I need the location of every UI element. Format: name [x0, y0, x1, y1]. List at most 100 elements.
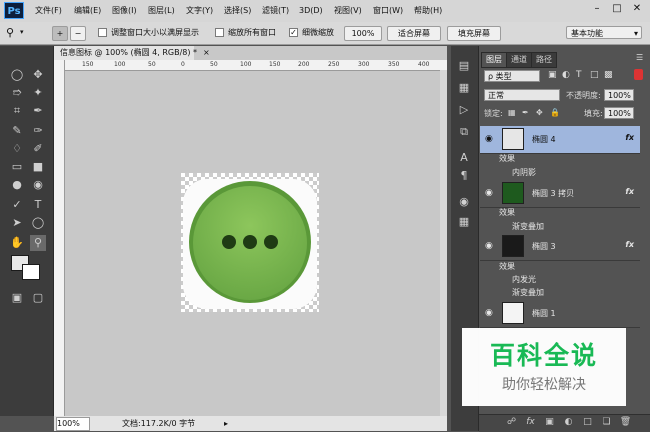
tab-layers[interactable]: 图层	[481, 52, 507, 68]
menu-layer[interactable]: 图层(L)	[148, 4, 175, 18]
zoom-level-field[interactable]: 100%	[56, 417, 90, 431]
history-brush-icon[interactable]: ✐	[30, 141, 46, 157]
fit-screen-button[interactable]: 适合屏幕	[387, 26, 441, 41]
scrubby-zoom-checkbox[interactable]: ✓	[289, 28, 298, 37]
effect-item[interactable]: 内发光	[512, 273, 536, 286]
swatches-panel-icon[interactable]: ◉	[455, 194, 473, 210]
add-style-icon[interactable]: fx	[524, 416, 537, 428]
eye-icon[interactable]: ◉	[485, 134, 493, 144]
lock-position-icon[interactable]: ✥	[536, 108, 543, 117]
vertical-scrollbar[interactable]	[440, 70, 447, 416]
filter-adjustment-icon[interactable]: ◐	[562, 70, 570, 80]
ellipse-tool-icon[interactable]: ◯	[30, 215, 46, 231]
lasso-icon[interactable]: ➱	[9, 85, 25, 101]
menu-type[interactable]: 文字(Y)	[186, 4, 213, 18]
menu-3d[interactable]: 3D(D)	[299, 4, 323, 18]
background-color-swatch[interactable]	[22, 264, 40, 280]
screen-mode-icon[interactable]: ▢	[30, 290, 46, 306]
layer-filter-select[interactable]: ρ 类型	[484, 70, 540, 82]
layer-row[interactable]: ◉ 椭圆 4 fx	[480, 126, 640, 154]
tab-channels[interactable]: 通道	[506, 52, 532, 68]
filter-pixel-icon[interactable]: ▣	[548, 70, 557, 80]
status-menu-arrow-icon[interactable]: ▸	[224, 416, 228, 431]
grid-panel-icon[interactable]: ▦	[455, 214, 473, 230]
zoom-tool-icon[interactable]: ⚲	[6, 26, 14, 39]
zoom-all-checkbox[interactable]	[215, 28, 224, 37]
filter-toggle-icon[interactable]	[634, 69, 643, 80]
eye-icon[interactable]: ◉	[485, 241, 493, 251]
character-panel-icon[interactable]: A	[455, 150, 473, 166]
filter-smart-object-icon[interactable]: ▩	[604, 70, 613, 80]
actual-pixels-button[interactable]: 100%	[344, 26, 382, 41]
canvas[interactable]	[181, 173, 319, 312]
crop-icon[interactable]: ⌗	[9, 103, 25, 119]
layer-row[interactable]: ◉ 椭圆 1	[480, 300, 640, 328]
brush-icon[interactable]: ✑	[30, 123, 46, 139]
lock-image-icon[interactable]: ✒	[522, 108, 529, 117]
fill-screen-button[interactable]: 填充屏幕	[447, 26, 501, 41]
fx-icon[interactable]: fx	[625, 133, 634, 142]
menu-image[interactable]: 图像(I)	[112, 4, 137, 18]
filter-type-icon[interactable]: T	[576, 70, 582, 80]
filter-shape-icon[interactable]: □	[590, 70, 599, 80]
lock-all-icon[interactable]: 🔒	[550, 108, 560, 117]
move-icon[interactable]: ✥	[30, 67, 46, 83]
type-icon[interactable]: T	[30, 197, 46, 213]
layer-row[interactable]: ◉ 椭圆 3 fx	[480, 233, 640, 261]
zoom-in-icon[interactable]: +	[52, 26, 68, 41]
gradient-icon[interactable]: ■	[30, 159, 46, 175]
fill-input[interactable]: 100%	[604, 107, 634, 119]
actions-panel-icon[interactable]: ▷	[455, 102, 473, 118]
workspace-select[interactable]: 基本功能 ▾	[566, 26, 642, 39]
pen-icon[interactable]: ✓	[9, 197, 25, 213]
eraser-icon[interactable]: ▭	[9, 159, 25, 175]
path-selection-icon[interactable]: ➤	[9, 215, 25, 231]
magic-wand-icon[interactable]: ✦	[30, 85, 46, 101]
blur-icon[interactable]: ●	[9, 177, 25, 193]
resize-window-checkbox[interactable]	[98, 28, 107, 37]
tab-paths[interactable]: 路径	[531, 52, 557, 68]
new-layer-icon[interactable]: ❏	[600, 416, 613, 428]
effect-item[interactable]: 内阴影	[512, 166, 536, 179]
layer-row[interactable]: ◉ 椭圆 3 拷贝 fx	[480, 180, 640, 208]
clone-source-icon[interactable]: ⧉	[455, 124, 473, 140]
chevron-down-icon[interactable]: ▾	[20, 28, 24, 36]
panel-menu-icon[interactable]: ☰	[636, 53, 643, 62]
menu-window[interactable]: 窗口(W)	[373, 4, 403, 18]
zoom-out-icon[interactable]: −	[70, 26, 86, 41]
document-tab[interactable]: 信息图标 @ 100% (椭圆 4, RGB/8) * ×	[54, 46, 210, 60]
properties-panel-icon[interactable]: ▦	[455, 80, 473, 96]
effect-item[interactable]: 渐变叠加	[512, 220, 544, 233]
minimize-button[interactable]: –	[588, 2, 606, 16]
paragraph-panel-icon[interactable]: ¶	[455, 168, 473, 184]
opacity-input[interactable]: 100%	[604, 89, 634, 101]
history-panel-icon[interactable]: ▤	[455, 58, 473, 74]
zoom-icon[interactable]: ⚲	[30, 235, 46, 251]
eye-icon[interactable]: ◉	[485, 308, 493, 318]
menu-select[interactable]: 选择(S)	[224, 4, 251, 18]
menu-help[interactable]: 帮助(H)	[414, 4, 442, 18]
hand-icon[interactable]: ✋	[9, 235, 25, 251]
fx-icon[interactable]: fx	[625, 240, 634, 249]
marquee-icon[interactable]: ◯	[9, 67, 25, 83]
maximize-button[interactable]: □	[608, 2, 626, 16]
fx-icon[interactable]: fx	[625, 187, 634, 196]
eye-icon[interactable]: ◉	[485, 188, 493, 198]
lock-transparent-icon[interactable]: ▦	[508, 108, 516, 117]
quick-mask-icon[interactable]: ▣	[9, 290, 25, 306]
healing-brush-icon[interactable]: ✎	[9, 123, 25, 139]
menu-filter[interactable]: 滤镜(T)	[262, 4, 289, 18]
clone-stamp-icon[interactable]: ♢	[9, 141, 25, 157]
adjustment-layer-icon[interactable]: ◐	[562, 416, 575, 428]
menu-view[interactable]: 视图(V)	[334, 4, 362, 18]
new-group-icon[interactable]: □	[581, 416, 594, 428]
close-icon[interactable]: ×	[203, 48, 210, 57]
trash-icon[interactable]: 🗑	[619, 416, 632, 428]
link-layers-icon[interactable]: ☍	[505, 416, 518, 428]
menu-file[interactable]: 文件(F)	[35, 4, 62, 18]
menu-edit[interactable]: 编辑(E)	[74, 4, 101, 18]
blend-mode-select[interactable]: 正常	[484, 89, 560, 101]
effect-item[interactable]: 渐变叠加	[512, 286, 544, 299]
add-mask-icon[interactable]: ▣	[543, 416, 556, 428]
close-button[interactable]: ✕	[628, 2, 646, 16]
